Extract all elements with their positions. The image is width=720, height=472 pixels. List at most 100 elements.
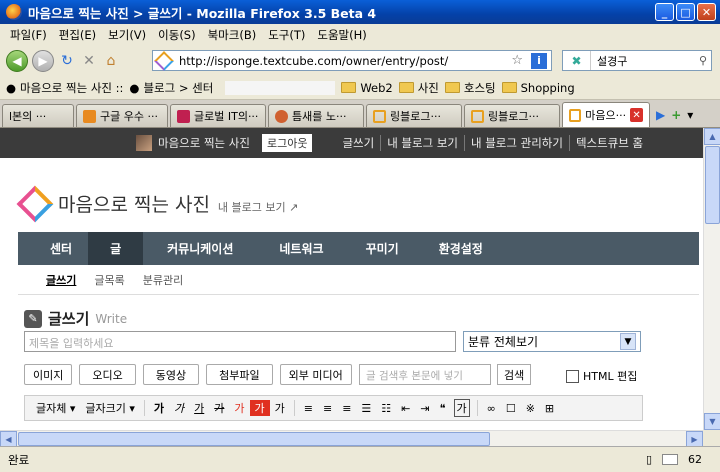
nav-decorate[interactable]: 꾸미기 <box>350 232 415 265</box>
attachment-button[interactable]: 첨부파일 <box>206 364 273 385</box>
home-icon[interactable]: ⌂ <box>102 52 120 70</box>
subnav-write[interactable]: 글쓰기 <box>46 272 76 288</box>
font-size-dropdown[interactable]: 글자크기 ▾ <box>80 400 140 416</box>
bookmark-folder[interactable]: 호스팅 <box>444 80 496 96</box>
quote-icon[interactable]: ❝ <box>435 402 451 415</box>
remove-format-button[interactable]: 가 <box>270 400 290 416</box>
scroll-right-icon[interactable]: ▶ <box>686 431 703 447</box>
special-char-icon[interactable]: ※ <box>521 402 540 415</box>
strike-button[interactable]: 가 <box>209 400 229 416</box>
bookmark-folder[interactable]: 사진 <box>398 80 439 96</box>
menu-bookmarks[interactable]: 북마크(B) <box>202 27 263 43</box>
horizontal-scrollbar[interactable]: ◀ ▶ <box>0 430 703 447</box>
tab-close-icon[interactable]: ✕ <box>630 108 643 122</box>
underline-button[interactable]: 가 <box>189 400 209 416</box>
html-edit-toggle[interactable]: HTML 편집 <box>566 368 637 384</box>
bookmark-item[interactable]: ● 마음으로 찍는 사진 :: <box>6 80 123 96</box>
browser-tab[interactable]: 틈새를 노··· <box>268 104 364 127</box>
bold-button[interactable]: 가 <box>149 400 169 416</box>
horizontal-scroll-thumb[interactable] <box>18 432 490 446</box>
tab-scroll-right-icon[interactable]: ▶ <box>656 108 665 122</box>
browser-tab[interactable]: 구글 우수 ··· <box>76 104 168 127</box>
reload-icon[interactable]: ↻ <box>58 52 76 70</box>
search-icon[interactable]: ⚲ <box>699 54 711 67</box>
subnav-category[interactable]: 분류관리 <box>143 272 183 288</box>
mail-icon[interactable] <box>662 454 678 465</box>
nav-communication[interactable]: 커뮤니케이션 <box>151 232 249 265</box>
font-family-dropdown[interactable]: 글자체 ▾ <box>31 400 80 416</box>
new-tab-icon[interactable]: + <box>671 108 681 122</box>
url-bar[interactable]: http://isponge.textcube.com/owner/entry/… <box>152 50 552 71</box>
post-title-input[interactable]: 제목을 입력하세요 <box>24 331 456 352</box>
mail-count: 62 <box>688 453 702 466</box>
numbered-list-icon[interactable]: ☷ <box>376 402 396 415</box>
menu-go[interactable]: 이동(S) <box>152 27 201 43</box>
maximize-button[interactable]: □ <box>676 3 695 21</box>
scroll-down-icon[interactable]: ▼ <box>704 413 720 430</box>
highlight-button[interactable]: 가 <box>249 400 270 416</box>
tab-list-icon[interactable]: ▾ <box>687 108 693 122</box>
audio-button[interactable]: 오디오 <box>79 364 136 385</box>
font-color-button[interactable]: 가 <box>229 400 249 416</box>
scroll-left-icon[interactable]: ◀ <box>0 431 17 447</box>
browser-tab[interactable]: 글로벌 IT의··· <box>170 104 266 127</box>
align-left-icon[interactable]: ≡ <box>299 402 318 415</box>
close-button[interactable]: ✕ <box>697 3 716 21</box>
menu-tools[interactable]: 도구(T) <box>262 27 311 43</box>
nav-posts[interactable]: 글 <box>88 232 144 265</box>
view-blog-link[interactable]: 내 블로그 보기 <box>380 135 464 151</box>
browser-tab[interactable]: 링블로그··· <box>464 104 560 127</box>
search-engine-icon[interactable]: ✖ <box>563 51 591 70</box>
box-text-icon[interactable]: 가 <box>453 399 470 417</box>
image-button[interactable]: 이미지 <box>24 364 73 385</box>
view-my-blog-link[interactable]: 내 블로그 보기 ↗ <box>218 199 298 215</box>
italic-button[interactable]: 가 <box>169 400 189 416</box>
post-search-input[interactable]: 글 검색후 본문에 넣기 <box>359 364 491 385</box>
menu-help[interactable]: 도움말(H) <box>311 27 372 43</box>
video-button[interactable]: 동영상 <box>142 364 200 385</box>
vertical-scrollbar[interactable]: ▲ ▼ <box>703 128 720 430</box>
bookmark-folder[interactable]: Web2 <box>341 81 393 95</box>
table-icon[interactable]: ⊞ <box>540 402 559 415</box>
subnav-post-list[interactable]: 글목록 <box>94 272 124 288</box>
vertical-scroll-thumb[interactable] <box>705 146 720 224</box>
indent-icon[interactable]: ⇥ <box>415 402 434 415</box>
html-edit-checkbox[interactable] <box>566 369 579 383</box>
info-icon[interactable]: i <box>531 52 547 69</box>
window-titlebar: 마음으로 찍는 사진 > 글쓰기 - Mozilla Firefox 3.5 B… <box>0 0 720 24</box>
nav-center[interactable]: 센터 <box>34 232 88 265</box>
write-link[interactable]: 글쓰기 <box>336 135 380 151</box>
forward-button[interactable]: ▶ <box>32 50 54 72</box>
stop-icon[interactable]: ✕ <box>80 52 98 70</box>
tab-label: 글로벌 IT의··· <box>194 110 259 123</box>
external-media-button[interactable]: 외부 미디어 <box>279 364 352 385</box>
align-center-icon[interactable]: ≡ <box>318 402 337 415</box>
menu-file[interactable]: 파일(F) <box>4 27 53 43</box>
textcube-home-link[interactable]: 텍스트큐브 홈 <box>568 135 649 151</box>
nav-network[interactable]: 네트워크 <box>263 232 339 265</box>
logout-button[interactable]: 로그아웃 <box>261 134 313 152</box>
browser-tab[interactable]: 링블로그··· <box>366 104 462 127</box>
manage-blog-link[interactable]: 내 블로그 관리하기 <box>463 135 569 151</box>
back-button[interactable]: ◀ <box>6 50 28 72</box>
search-button[interactable]: 검색 <box>497 364 532 385</box>
menu-edit[interactable]: 편집(E) <box>53 27 102 43</box>
minimize-button[interactable]: _ <box>655 3 674 21</box>
bookmark-folder[interactable]: Shopping <box>501 81 575 95</box>
blog-logo[interactable]: 마음으로 찍는 사진 내 블로그 보기 ↗ <box>16 185 298 222</box>
bookmark-item[interactable]: ● 블로그 > 센터 <box>129 80 213 96</box>
browser-tab-active[interactable]: 마음으··· ✕ <box>562 102 650 127</box>
chevron-down-icon[interactable]: ▼ <box>620 333 636 350</box>
more-icon[interactable]: ☐ <box>501 402 521 415</box>
scroll-up-icon[interactable]: ▲ <box>704 128 720 145</box>
outdent-icon[interactable]: ⇤ <box>396 402 415 415</box>
align-right-icon[interactable]: ≡ <box>337 402 356 415</box>
bullet-list-icon[interactable]: ☰ <box>356 402 376 415</box>
link-icon[interactable]: ∞ <box>482 402 501 415</box>
browser-tab[interactable]: l본의 ··· <box>2 104 74 127</box>
menu-view[interactable]: 보기(V) <box>102 27 152 43</box>
bookmark-star-icon[interactable]: ☆ <box>511 53 523 68</box>
nav-settings[interactable]: 환경설정 <box>423 232 499 265</box>
category-select[interactable]: 분류 전체보기 ▼ <box>463 331 641 352</box>
search-box[interactable]: ✖ 설경구 ⚲ <box>562 50 712 71</box>
